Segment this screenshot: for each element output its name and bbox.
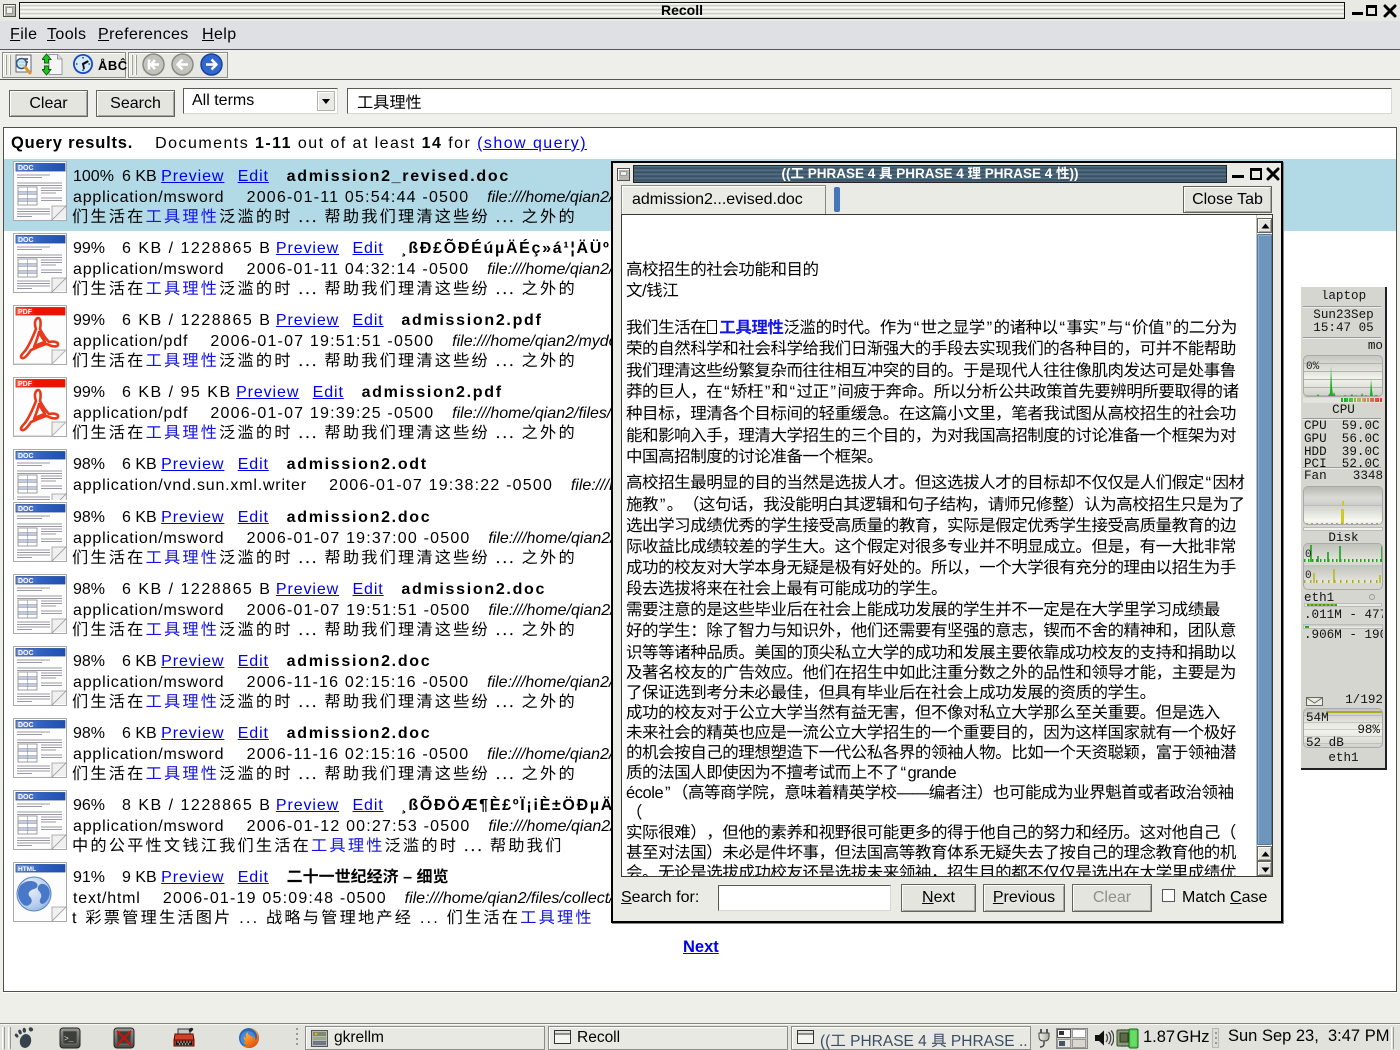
svg-text:HTML: HTML [18, 866, 36, 873]
svg-text:DOC: DOC [18, 506, 34, 513]
svg-text:>_: >_ [64, 1035, 74, 1044]
svg-text:DOC: DOC [18, 722, 34, 729]
svg-text:DOC: DOC [18, 578, 34, 585]
svg-text:DOC: DOC [18, 650, 34, 657]
svg-text:PDF: PDF [18, 309, 33, 316]
svg-text:PDF: PDF [18, 381, 33, 388]
svg-text:DOC: DOC [18, 165, 34, 172]
svg-text:DOC: DOC [18, 453, 34, 460]
svg-text:DOC: DOC [18, 237, 34, 244]
svg-text:0%: 0% [1306, 361, 1320, 373]
svg-text:DOC: DOC [18, 794, 34, 801]
